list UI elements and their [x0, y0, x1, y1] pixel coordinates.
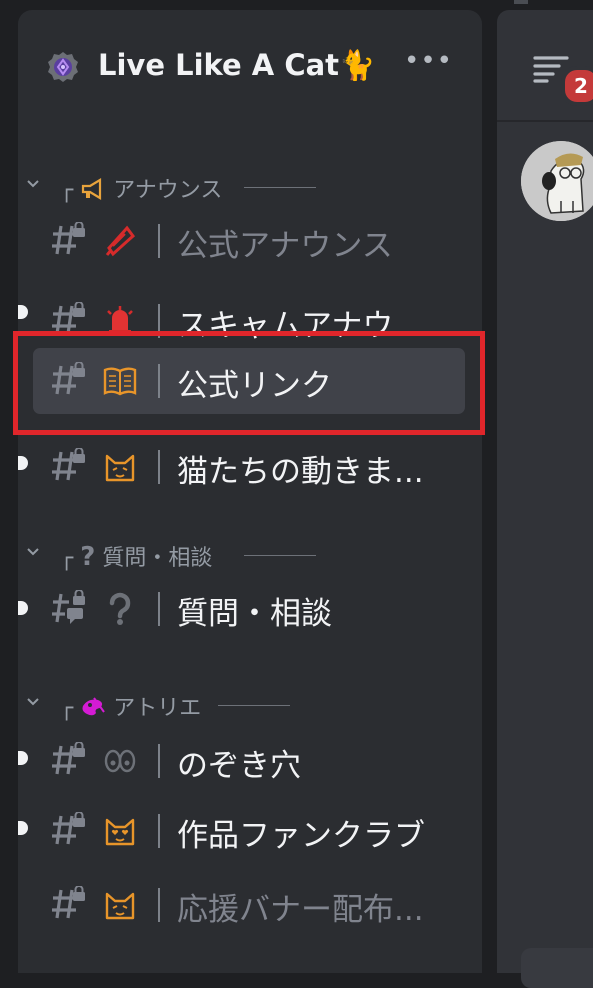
cat-face-icon — [105, 892, 135, 920]
paint-icon — [82, 697, 106, 716]
category-label: ┌ アトリエ — [60, 696, 202, 721]
channel-name: 作品ファンクラブ — [177, 818, 425, 854]
unread-indicator — [18, 751, 28, 765]
channel-name: 公式アナウンス — [177, 228, 393, 264]
channel-item[interactable]: 作品ファンクラブ — [33, 798, 465, 864]
channel-sidebar: Live Like A Cat🐈 ••• ┌ アナウンス 公式アナウンス スキャ… — [18, 10, 482, 973]
locked-hashtag-icon — [52, 448, 85, 481]
channel-separator — [158, 744, 160, 778]
category-label: ┌ ? 質問・相談 — [60, 542, 213, 572]
eyes-icon — [104, 749, 136, 773]
channel-name: のぞき穴 — [177, 748, 301, 784]
channel-name: 猫たちの動きま... — [177, 454, 424, 490]
unread-indicator — [18, 305, 28, 319]
cat-face-icon — [105, 454, 135, 482]
question-icon — [109, 592, 131, 625]
chat-panel: 2 — [497, 10, 593, 988]
server-badge-icon — [48, 52, 78, 82]
category-label: ┌ アナウンス — [60, 178, 223, 203]
selection-highlight-box — [13, 331, 485, 435]
megaphone-icon — [82, 178, 102, 200]
server-name[interactable]: Live Like A Cat🐈 — [98, 48, 375, 83]
locked-hashtag-icon — [52, 742, 85, 775]
locked-hashtag-icon — [52, 886, 85, 919]
channel-name: 質問・相談 — [177, 596, 332, 632]
channel-name: 応援バナー配布... — [177, 892, 424, 928]
channel-item[interactable]: のぞき穴 — [33, 728, 465, 794]
channel-separator — [158, 224, 160, 258]
locked-forum-icon — [52, 590, 85, 624]
avatar[interactable] — [521, 141, 593, 221]
category-divider — [244, 187, 316, 188]
category-divider — [244, 555, 316, 556]
message-input-edge[interactable] — [521, 948, 593, 988]
channel-separator — [158, 814, 160, 848]
channel-item[interactable]: 公式アナウンス — [33, 208, 465, 274]
server-header[interactable]: Live Like A Cat🐈 ••• — [18, 10, 482, 122]
unread-indicator — [18, 821, 28, 835]
category-announcements[interactable]: ┌ アナウンス — [18, 170, 482, 204]
unread-indicator — [18, 456, 28, 470]
category-atelier[interactable]: ┌ アトリエ — [18, 688, 482, 722]
chevron-down-icon — [27, 180, 39, 188]
channel-separator — [158, 888, 160, 922]
locked-hashtag-icon — [52, 222, 85, 255]
server-more-button[interactable]: ••• — [404, 48, 452, 80]
heart-eyes-cat-icon — [105, 818, 135, 846]
cat-avatar-icon — [521, 141, 593, 221]
top-edge — [514, 0, 528, 4]
locked-hashtag-icon — [52, 812, 85, 845]
category-questions[interactable]: ┌ ? 質問・相談 — [18, 538, 482, 572]
channel-item[interactable]: 猫たちの動きま... — [33, 434, 465, 500]
channel-item[interactable]: 応援バナー配布... — [33, 872, 465, 938]
chevron-down-icon — [27, 698, 39, 706]
notification-badge: 2 — [561, 66, 593, 106]
chevron-down-icon — [27, 548, 39, 556]
channel-item[interactable]: 質問・相談 — [33, 576, 465, 642]
unread-indicator — [18, 601, 28, 615]
category-divider — [218, 705, 290, 706]
channel-separator — [158, 450, 160, 484]
megaphone-icon — [105, 225, 136, 257]
question-icon: ? — [80, 542, 96, 572]
channel-separator — [158, 592, 160, 626]
chat-header: 2 — [497, 10, 593, 122]
